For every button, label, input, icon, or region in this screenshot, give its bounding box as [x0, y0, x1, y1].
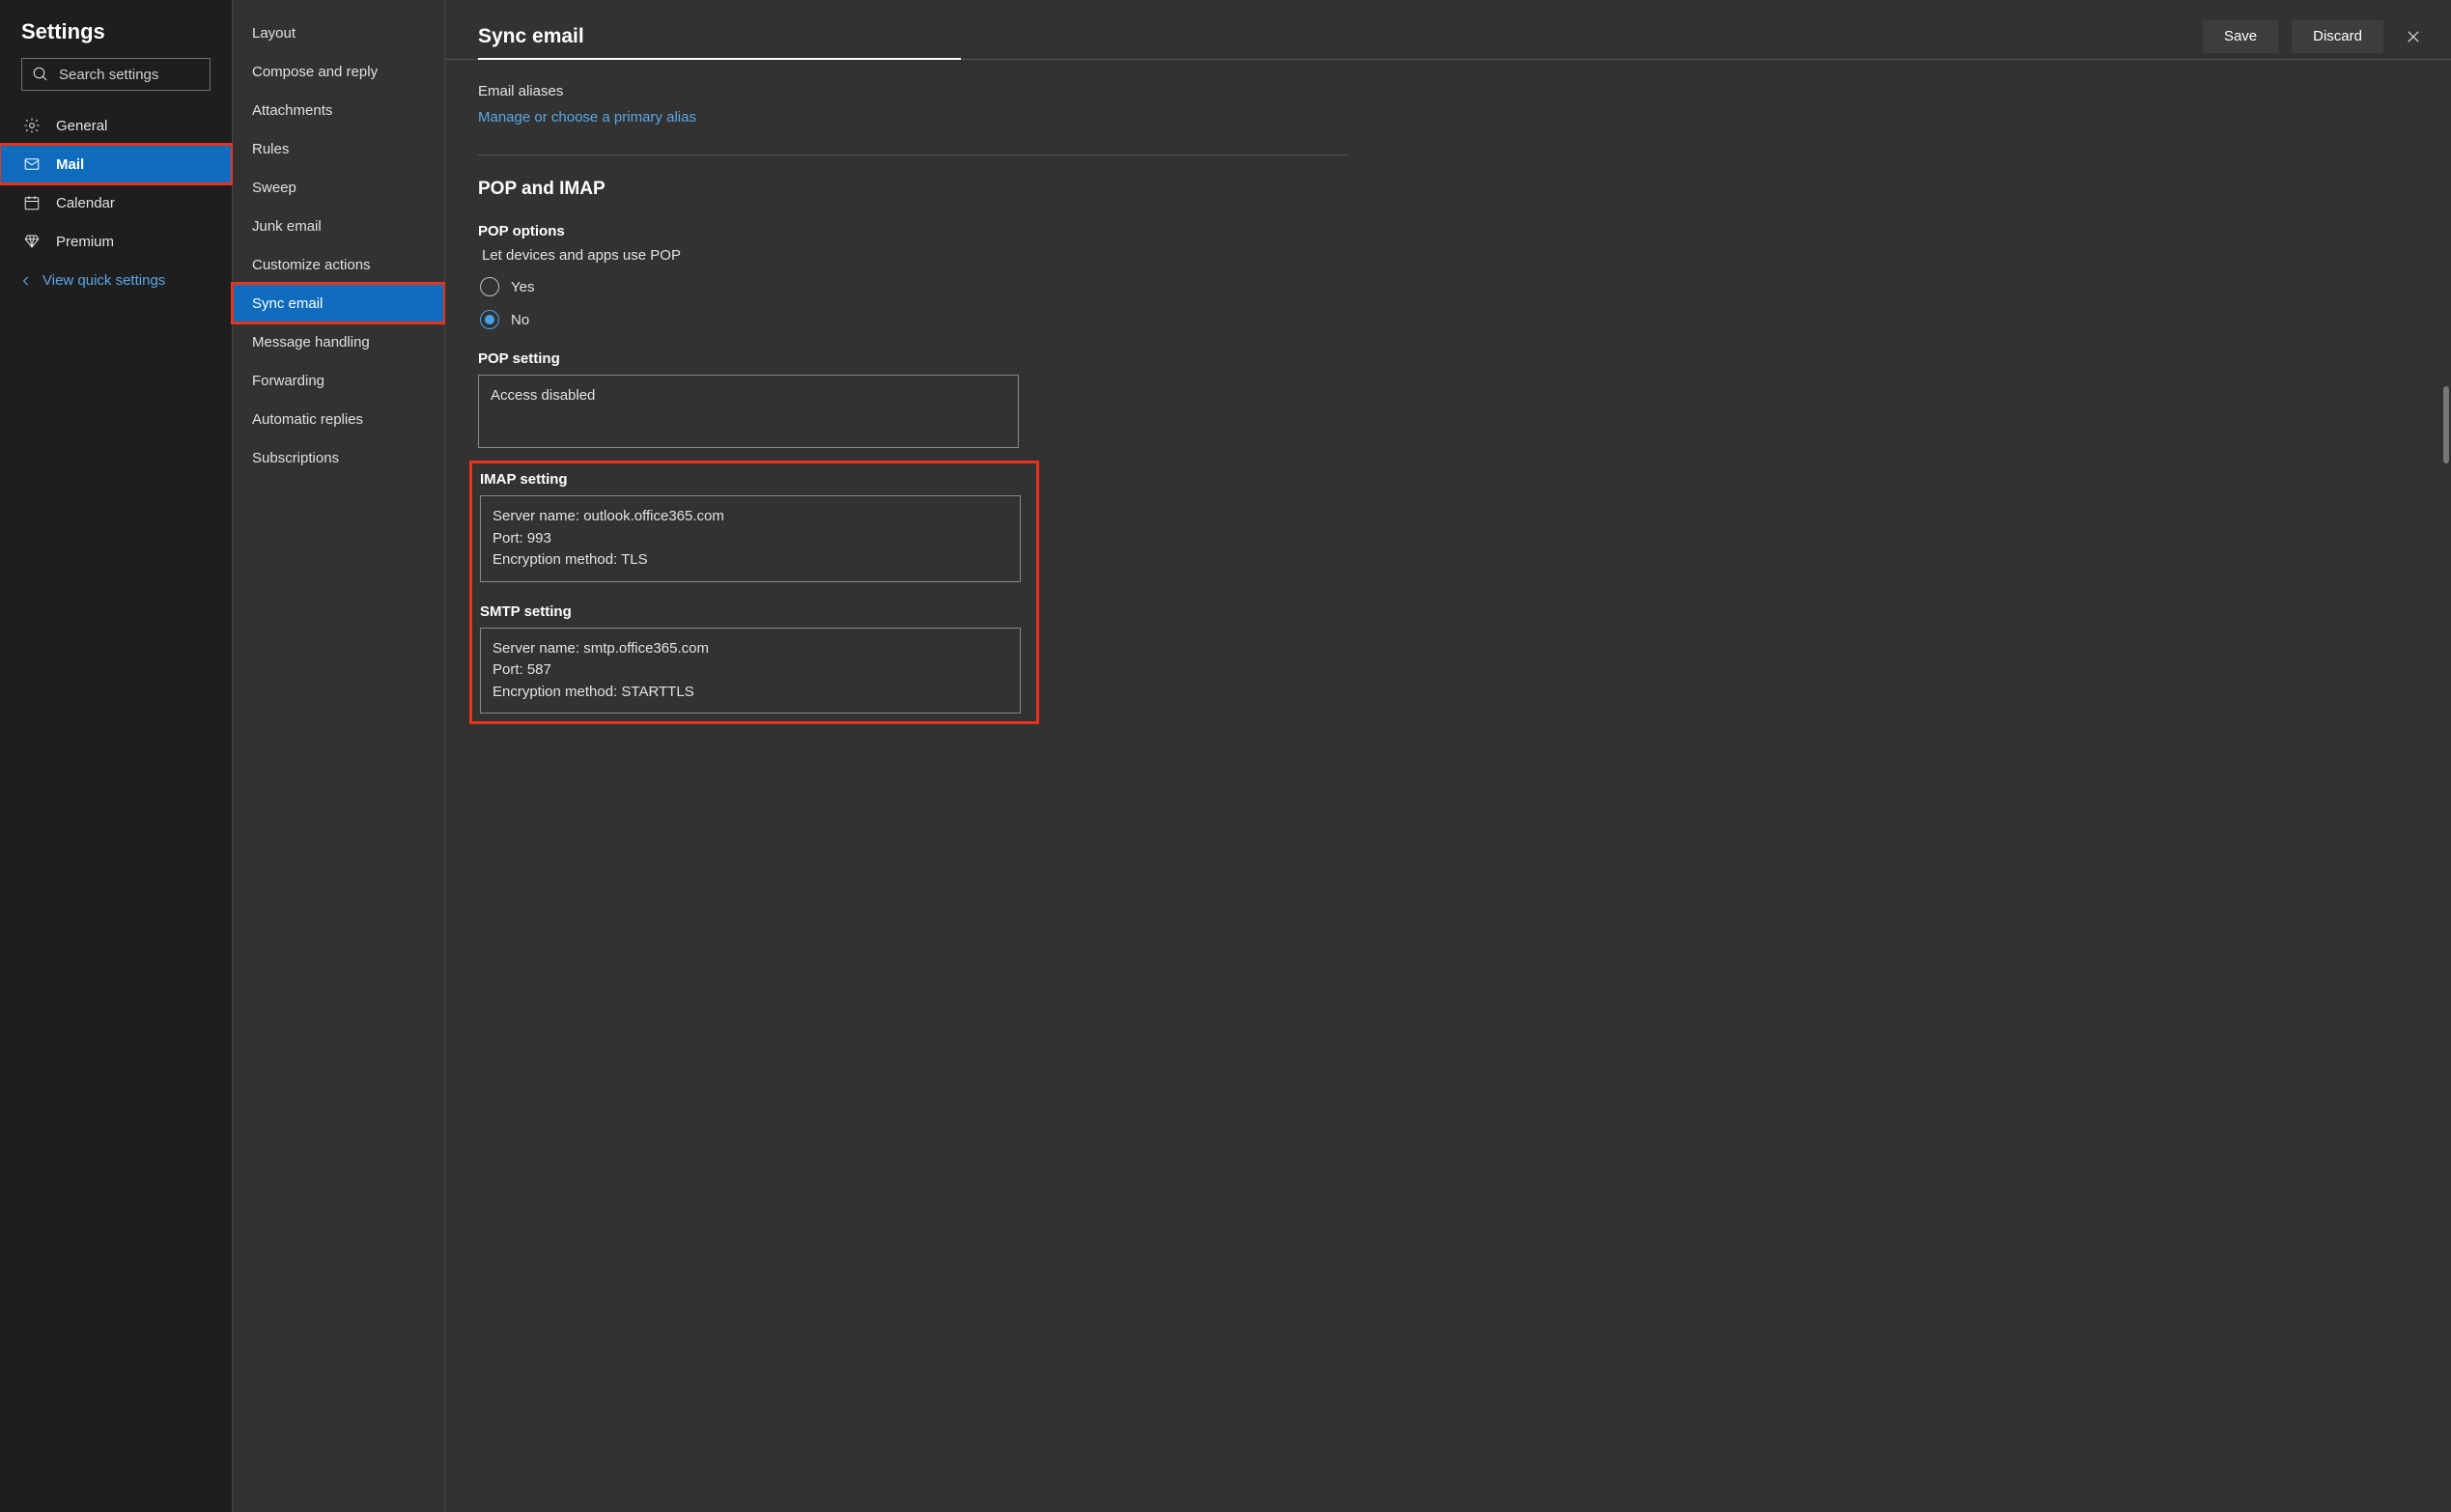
content-header: Sync email Save Discard: [445, 0, 2451, 60]
pop-setting-value: Access disabled: [491, 385, 1006, 407]
sub-item-rules[interactable]: Rules: [233, 129, 444, 168]
pop-radio-yes[interactable]: Yes: [478, 277, 2412, 296]
content-title: Sync email: [478, 25, 584, 48]
sub-item-junk-email[interactable]: Junk email: [233, 207, 444, 245]
pop-setting-label: POP setting: [478, 350, 1019, 367]
nav-label: Premium: [56, 234, 114, 250]
gear-icon: [23, 117, 41, 134]
pop-radio-no[interactable]: No: [478, 310, 2412, 329]
sub-item-automatic-replies[interactable]: Automatic replies: [233, 400, 444, 438]
sub-item-message-handling[interactable]: Message handling: [233, 322, 444, 361]
diamond-icon: [23, 233, 41, 250]
smtp-setting-label: SMTP setting: [480, 603, 1021, 620]
chevron-left-icon: [19, 274, 33, 288]
sub-item-attachments[interactable]: Attachments: [233, 91, 444, 129]
settings-nav: General Mail Calendar Premium: [0, 106, 232, 261]
discard-button[interactable]: Discard: [2292, 20, 2383, 53]
nav-item-general[interactable]: General: [0, 106, 232, 145]
pop-imap-heading: POP and IMAP: [478, 179, 2412, 200]
search-box[interactable]: [21, 58, 211, 91]
nav-item-calendar[interactable]: Calendar: [0, 183, 232, 222]
nav-item-mail[interactable]: Mail: [0, 145, 232, 183]
nav-label: General: [56, 118, 107, 134]
search-input[interactable]: [59, 67, 251, 83]
radio-label: Yes: [511, 279, 534, 295]
nav-label: Mail: [56, 156, 84, 173]
sub-item-customize-actions[interactable]: Customize actions: [233, 245, 444, 284]
sub-item-forwarding[interactable]: Forwarding: [233, 361, 444, 400]
section-divider: [478, 154, 1347, 155]
sub-item-layout[interactable]: Layout: [233, 14, 444, 52]
smtp-port: Port: 587: [493, 659, 1008, 682]
nav-item-premium[interactable]: Premium: [0, 222, 232, 261]
imap-smtp-highlight: IMAP setting Server name: outlook.office…: [478, 469, 1030, 715]
radio-label: No: [511, 312, 529, 328]
view-quick-settings-link[interactable]: View quick settings: [0, 261, 232, 289]
pop-question: Let devices and apps use POP: [478, 247, 2412, 264]
smtp-setting-box: Server name: smtp.office365.com Port: 58…: [480, 628, 1021, 714]
sub-item-compose[interactable]: Compose and reply: [233, 52, 444, 91]
imap-enc: Encryption method: TLS: [493, 549, 1008, 572]
close-button[interactable]: [2397, 20, 2430, 53]
smtp-server: Server name: smtp.office365.com: [493, 638, 1008, 660]
content-pane: Sync email Save Discard Email aliases Ma…: [445, 0, 2451, 1512]
sub-item-subscriptions[interactable]: Subscriptions: [233, 438, 444, 477]
quick-link-label: View quick settings: [42, 272, 165, 289]
content-body: Email aliases Manage or choose a primary…: [445, 60, 2451, 1512]
sub-item-sync-email[interactable]: Sync email: [233, 284, 444, 322]
settings-sidebar: Settings General Mail: [0, 0, 233, 1512]
pop-setting-box: Access disabled: [478, 375, 1019, 448]
save-button[interactable]: Save: [2203, 20, 2278, 53]
manage-alias-link[interactable]: Manage or choose a primary alias: [478, 109, 2412, 126]
settings-title: Settings: [0, 12, 232, 58]
close-icon: [2405, 28, 2422, 45]
calendar-icon: [23, 194, 41, 211]
radio-unchecked-icon: [480, 277, 499, 296]
radio-checked-icon: [480, 310, 499, 329]
mail-icon: [23, 155, 41, 173]
nav-label: Calendar: [56, 195, 115, 211]
imap-port: Port: 993: [493, 528, 1008, 550]
search-icon: [32, 66, 49, 83]
imap-setting-box: Server name: outlook.office365.com Port:…: [480, 495, 1021, 582]
mail-submenu: Layout Compose and reply Attachments Rul…: [233, 0, 445, 1512]
imap-server: Server name: outlook.office365.com: [493, 506, 1008, 528]
email-aliases-label: Email aliases: [478, 83, 2412, 99]
scrollbar-thumb[interactable]: [2443, 386, 2449, 463]
sub-item-sweep[interactable]: Sweep: [233, 168, 444, 207]
pop-options-label: POP options: [478, 223, 2412, 239]
smtp-enc: Encryption method: STARTTLS: [493, 682, 1008, 704]
imap-setting-label: IMAP setting: [480, 471, 1021, 488]
